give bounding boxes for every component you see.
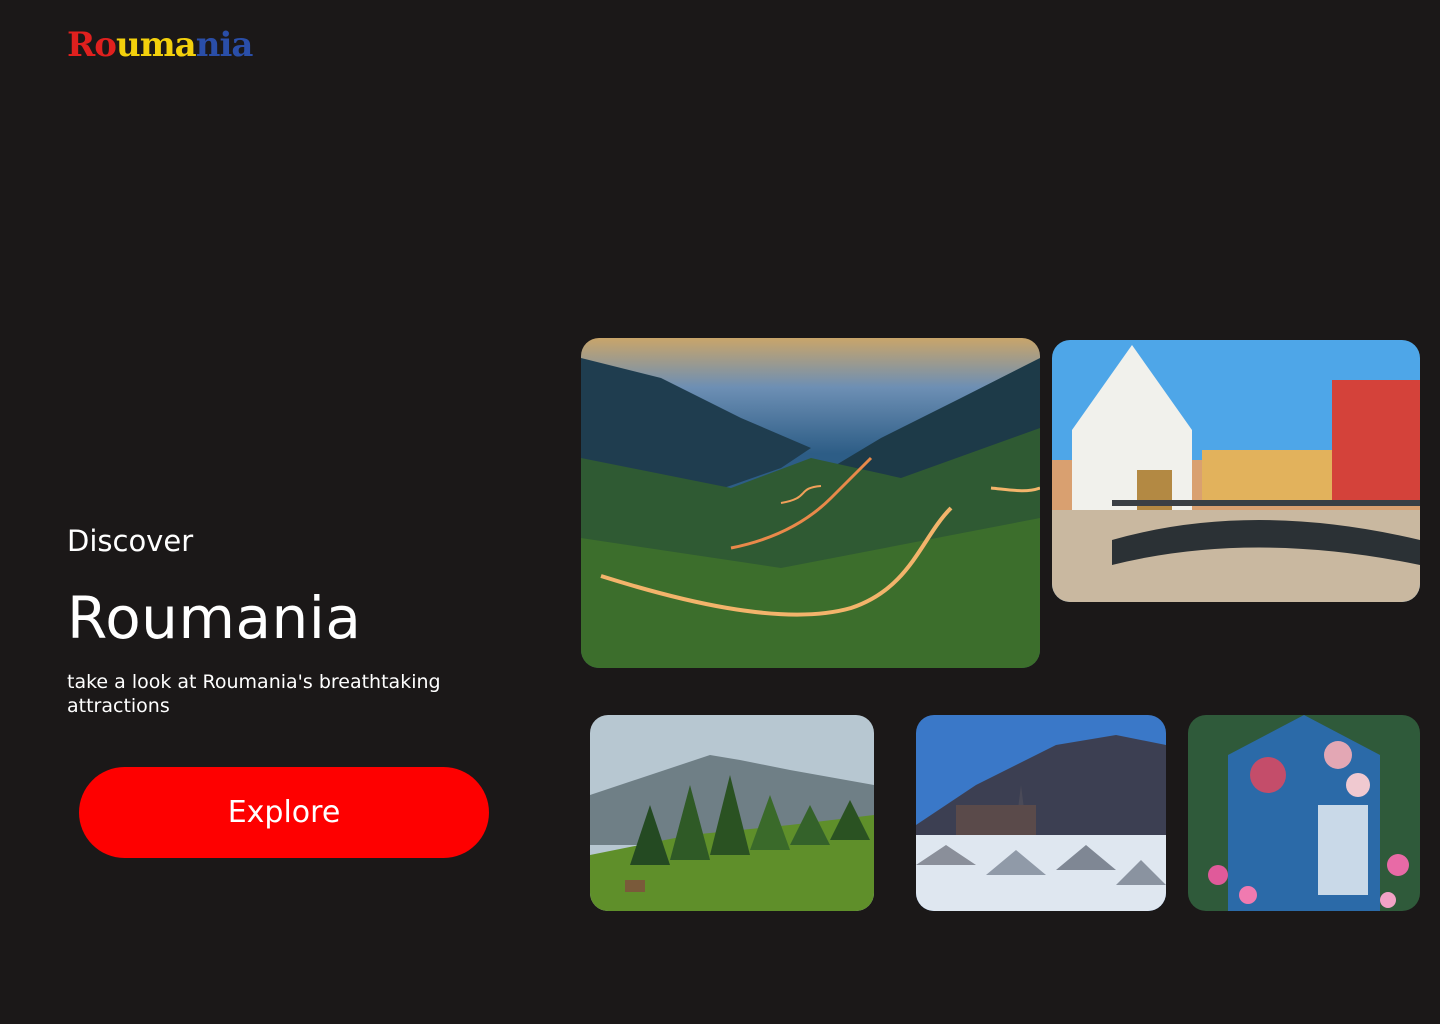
logo-letter: u (115, 25, 141, 65)
painted-cross-photo[interactable] (1188, 715, 1420, 911)
brand-logo[interactable]: Roumania (67, 25, 253, 65)
hero-tagline: take a look at Roumania's breathtaking a… (67, 671, 441, 717)
forest-hill-photo[interactable] (590, 715, 874, 911)
painted-cross-image (1188, 715, 1420, 911)
logo-letter: a (174, 25, 197, 65)
snowy-town-photo[interactable] (916, 715, 1166, 911)
mountain-road-photo[interactable] (581, 338, 1040, 668)
logo-letter: m (139, 25, 176, 65)
snowy-town-image (916, 715, 1166, 911)
logo-letter: o (94, 25, 117, 65)
old-town-bridge-photo[interactable] (1052, 340, 1420, 602)
mountain-road-image (581, 338, 1040, 668)
explore-button[interactable]: Explore (79, 767, 489, 858)
logo-letter: n (195, 25, 221, 65)
logo-letter: R (67, 25, 95, 65)
logo-letter: a (231, 25, 253, 65)
logo-letter: i (219, 25, 232, 65)
forest-hill-image (590, 715, 874, 911)
hero-title: Roumania (67, 584, 362, 652)
old-town-bridge-image (1052, 340, 1420, 602)
hero-eyebrow: Discover (67, 524, 194, 558)
